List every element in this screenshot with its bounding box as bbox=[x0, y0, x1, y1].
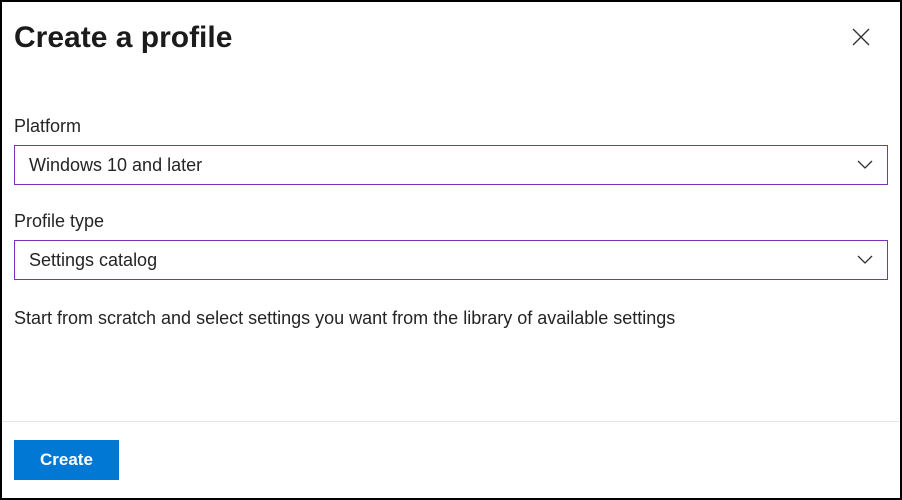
chevron-down-icon bbox=[857, 255, 873, 265]
page-title: Create a profile bbox=[14, 20, 232, 56]
profile-type-select[interactable]: Settings catalog bbox=[14, 240, 888, 280]
platform-select[interactable]: Windows 10 and later bbox=[14, 145, 888, 185]
platform-field: Platform Windows 10 and later bbox=[14, 116, 888, 185]
chevron-down-icon bbox=[857, 160, 873, 170]
panel-header: Create a profile bbox=[2, 2, 900, 56]
panel-footer: Create bbox=[2, 421, 900, 498]
create-button[interactable]: Create bbox=[14, 440, 119, 480]
profile-type-label: Profile type bbox=[14, 211, 888, 232]
profile-type-description: Start from scratch and select settings y… bbox=[14, 306, 888, 331]
platform-select-value: Windows 10 and later bbox=[29, 155, 202, 176]
platform-label: Platform bbox=[14, 116, 888, 137]
form-content: Platform Windows 10 and later Profile ty… bbox=[2, 56, 900, 331]
close-icon bbox=[852, 28, 870, 46]
close-button[interactable] bbox=[844, 20, 878, 54]
profile-type-field: Profile type Settings catalog bbox=[14, 211, 888, 280]
profile-type-select-value: Settings catalog bbox=[29, 250, 157, 271]
